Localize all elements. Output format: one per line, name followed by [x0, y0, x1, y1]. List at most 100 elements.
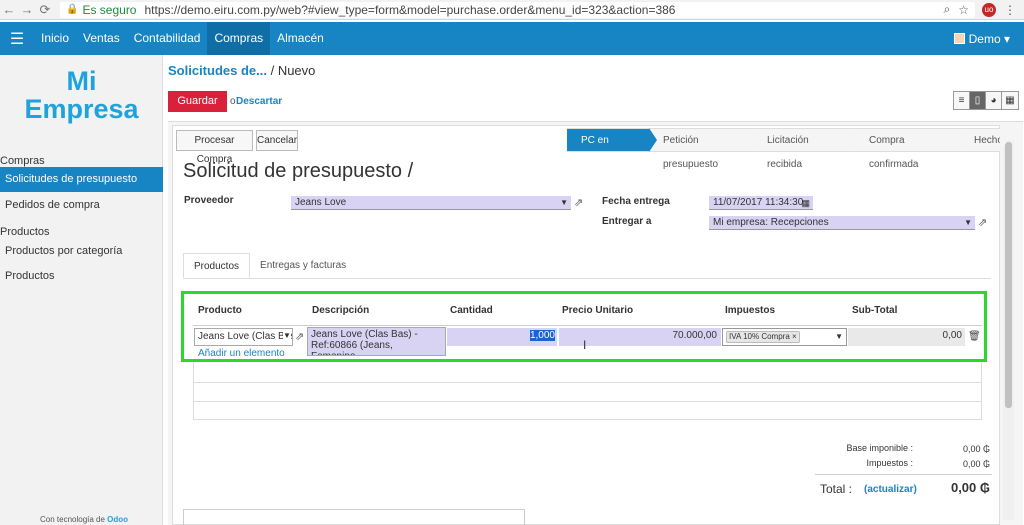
- chevron-down-icon[interactable]: ▼: [560, 196, 568, 210]
- section-compras: Compras: [0, 155, 45, 167]
- external-link-icon[interactable]: ⇗: [574, 196, 583, 209]
- user-menu[interactable]: Demo ▾: [953, 31, 1024, 46]
- notes-field[interactable]: [183, 509, 525, 525]
- view-switcher: ≡ ▯ ◕ ▦: [953, 91, 1019, 110]
- main-menu: Inicio Ventas Contabilidad Compras Almac…: [34, 22, 331, 55]
- description-textarea[interactable]: Jeans Love (Clas Bas) - Ref:60866 (Jeans…: [307, 327, 446, 356]
- text-cursor-icon: I: [583, 338, 587, 352]
- forward-arrow-icon[interactable]: →: [18, 2, 36, 17]
- company-logo[interactable]: Mi Empresa: [0, 67, 163, 123]
- quantity-value: 1,000: [529, 330, 555, 341]
- sidebar-item-productos-categoria[interactable]: Productos por categoría: [0, 239, 163, 264]
- menu-contabilidad[interactable]: Contabilidad: [127, 22, 208, 55]
- column-header-description[interactable]: Descripción: [312, 305, 369, 316]
- process-purchase-button[interactable]: Procesar Compra: [176, 130, 253, 165]
- lock-icon: 🔒: [66, 4, 79, 15]
- column-header-product[interactable]: Producto: [198, 305, 242, 316]
- zoom-icon[interactable]: ⌕: [944, 2, 951, 17]
- extension-icon[interactable]: uo: [982, 2, 996, 17]
- tab-productos[interactable]: Productos: [183, 253, 251, 278]
- breadcrumb: Solicitudes de... / Nuevo: [168, 63, 315, 78]
- status-bid-received[interactable]: Licitación recibida: [753, 128, 863, 170]
- powered-by: Con tecnología de Odoo: [40, 515, 128, 524]
- table-row-divider: [193, 382, 982, 383]
- quantity-input[interactable]: 1,000: [447, 328, 557, 346]
- hamburger-menu-icon[interactable]: ☰: [0, 29, 34, 49]
- sidebar-item-solicitudes[interactable]: Solicitudes de presupuesto: [0, 167, 163, 192]
- logo-line-1: Mi: [66, 66, 97, 96]
- totals-divider: [815, 474, 992, 475]
- chevron-down-icon[interactable]: ▼: [283, 331, 291, 340]
- menu-almacen[interactable]: Almacén: [270, 22, 331, 55]
- status-bar: PC en borrador Petición presupuesto Lici…: [567, 128, 1008, 170]
- column-header-quantity[interactable]: Cantidad: [450, 305, 493, 316]
- reload-icon[interactable]: ⟳: [36, 2, 54, 18]
- status-confirmed[interactable]: Compra confirmada: [855, 128, 968, 170]
- menu-compras[interactable]: Compras: [207, 22, 271, 55]
- notebook-tabs: Productos Entregas y facturas: [183, 253, 356, 278]
- back-arrow-icon[interactable]: ←: [0, 2, 18, 17]
- deliver-to-field[interactable]: Mi empresa: Recepciones ▼: [709, 216, 975, 230]
- menu-inicio[interactable]: Inicio: [34, 22, 76, 55]
- add-line-link[interactable]: Añadir un elemento: [198, 348, 285, 359]
- sidebar: Mi Empresa Compras Solicitudes de presup…: [0, 55, 163, 525]
- deliver-to-value: Mi empresa: Recepciones: [713, 217, 829, 228]
- browser-menu-icon[interactable]: ⋮: [1004, 3, 1016, 17]
- url-text[interactable]: https://demo.eiru.com.py/web?#view_type=…: [144, 3, 675, 17]
- external-link-icon[interactable]: ⇗: [978, 216, 987, 229]
- total-label: Total :: [819, 482, 852, 496]
- status-requested[interactable]: Petición presupuesto: [649, 128, 761, 170]
- scrollbar-thumb[interactable]: [1005, 142, 1012, 408]
- page-title: Solicitud de presupuesto /: [183, 160, 414, 182]
- taxes-label: Impuestos :: [866, 458, 913, 468]
- product-input[interactable]: Jeans Love (Clas Bas: [194, 328, 293, 346]
- powered-by-brand[interactable]: Odoo: [107, 515, 128, 524]
- secure-label: Es seguro: [82, 2, 137, 17]
- close-icon[interactable]: ×: [792, 332, 797, 341]
- menu-ventas[interactable]: Ventas: [76, 22, 127, 55]
- column-header-taxes[interactable]: Impuestos: [725, 305, 775, 316]
- tab-entregas-facturas[interactable]: Entregas y facturas: [250, 253, 356, 278]
- update-totals-link[interactable]: (actualizar): [864, 484, 917, 495]
- chevron-down-icon[interactable]: ▼: [964, 216, 972, 230]
- column-header-subtotal[interactable]: Sub-Total: [852, 305, 897, 316]
- deliver-to-label: Entregar a: [602, 216, 652, 227]
- delivery-date-label: Fecha entrega: [602, 196, 670, 207]
- powered-by-text: Con tecnología de: [40, 515, 105, 524]
- delivery-date-field[interactable]: 11/07/2017 11:34:30 ▦: [709, 196, 813, 210]
- graph-view-icon[interactable]: ◕: [986, 92, 1002, 109]
- discard-button[interactable]: Descartar: [236, 96, 282, 107]
- table-body: [193, 362, 982, 420]
- taxes-input[interactable]: IVA 10% Compra × ▼: [722, 328, 847, 346]
- address-bar[interactable]: 🔒 Es seguro https://demo.eiru.com.py/web…: [60, 1, 975, 18]
- breadcrumb-current: / Nuevo: [270, 63, 316, 78]
- external-link-icon[interactable]: ⇗: [295, 330, 304, 343]
- status-draft[interactable]: PC en borrador: [567, 128, 657, 170]
- chevron-down-icon[interactable]: ▼: [835, 329, 843, 345]
- trash-icon[interactable]: 🗑: [968, 331, 981, 342]
- tax-tag: IVA 10% Compra ×: [726, 331, 800, 343]
- user-name: Demo ▾: [968, 31, 1010, 46]
- list-view-icon[interactable]: ≡: [954, 92, 970, 109]
- column-header-unit-price[interactable]: Precio Unitario: [562, 305, 633, 316]
- subtotal-value: 0,00: [848, 328, 965, 346]
- product-value: Jeans Love (Clas Bas: [198, 331, 293, 342]
- calendar-view-icon[interactable]: ▦: [1002, 92, 1018, 109]
- header-divider: [193, 325, 982, 326]
- delivery-date-value: 11/07/2017 11:34:30: [713, 197, 804, 208]
- total-value: 0,00 ₲: [950, 480, 990, 495]
- section-productos: Productos: [0, 226, 50, 238]
- supplier-field[interactable]: Jeans Love ▼: [291, 196, 571, 210]
- cancel-button[interactable]: Cancelar: [256, 130, 298, 151]
- bookmark-star-icon[interactable]: ☆: [958, 3, 969, 17]
- save-button[interactable]: Guardar: [168, 91, 227, 112]
- sidebar-item-pedidos[interactable]: Pedidos de compra: [0, 193, 163, 218]
- form-view-icon[interactable]: ▯: [970, 92, 986, 109]
- app-topbar: ☰ Inicio Ventas Contabilidad Compras Alm…: [0, 22, 1024, 55]
- breadcrumb-parent[interactable]: Solicitudes de...: [168, 63, 267, 78]
- or-text: o: [230, 96, 236, 107]
- calendar-icon[interactable]: ▦: [801, 196, 810, 210]
- sidebar-item-productos[interactable]: Productos: [0, 264, 163, 289]
- tab-divider: [183, 278, 991, 279]
- table-row-divider: [193, 401, 982, 402]
